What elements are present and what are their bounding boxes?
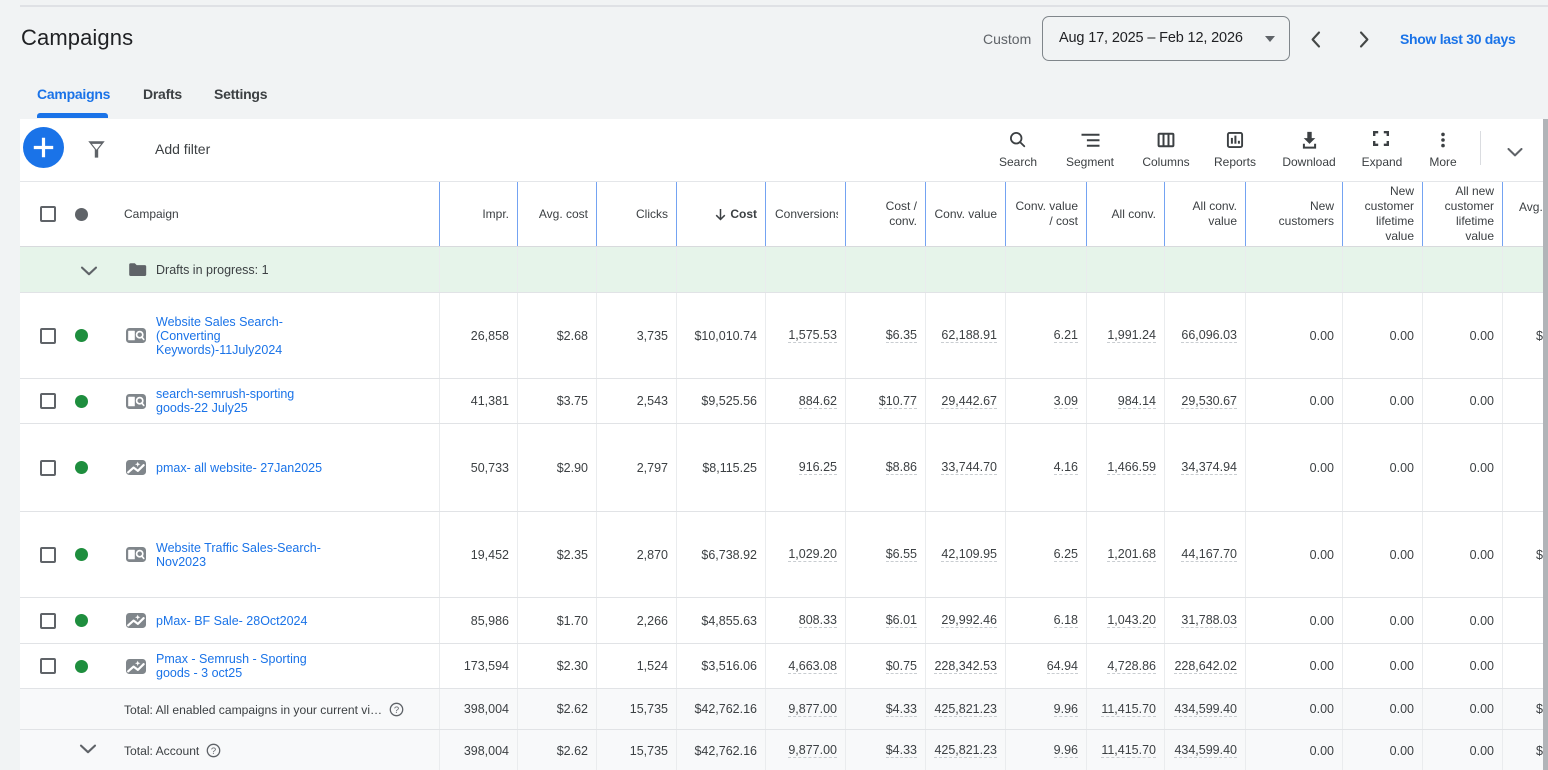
svg-text:?: ? [394, 704, 399, 715]
svg-text:?: ? [211, 746, 216, 757]
